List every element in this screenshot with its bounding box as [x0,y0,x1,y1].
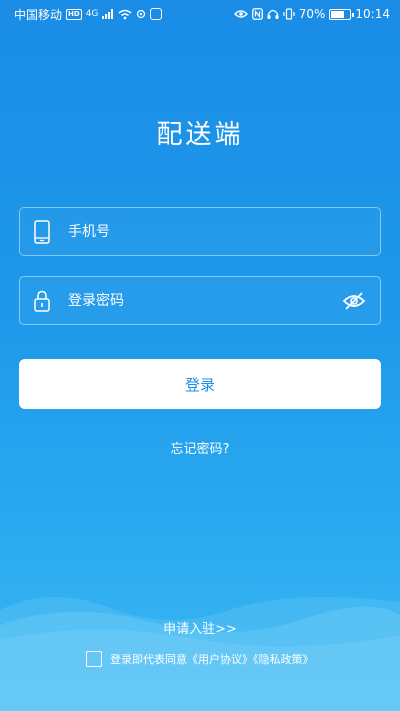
network-type: 4G [85,9,99,19]
signal-icon [102,9,114,19]
apply-link[interactable]: 申请入驻>> [0,618,400,637]
forgot-password-link[interactable]: 忘记密码? [0,438,400,457]
phone-input[interactable] [64,208,380,255]
login-button[interactable]: 登录 [19,359,381,409]
phone-icon [20,208,64,255]
status-bar-right: 70% 10:14 [233,7,390,21]
location-icon [137,9,146,19]
status-bar: 中国移动 HD 4G 70% 10:14 [0,0,400,28]
agreement-row: 登录即代表同意《用户协议》《隐私政策》 [86,649,314,669]
agreement-text: 登录即代表同意《用户协议》《隐私政策》 [110,651,314,667]
lock-icon [20,277,64,324]
eye-comfort-icon [233,10,248,18]
agreement-prefix: 登录即代表同意 [110,653,187,666]
wave-decoration [0,596,400,711]
app-notification-icon [150,8,163,20]
nfc-icon [251,8,263,20]
status-bar-left: 中国移动 HD 4G [14,6,163,23]
user-agreement-link[interactable]: 《用户协议》 [187,653,253,666]
agreement-checkbox[interactable] [86,651,102,667]
hd-badge: HD [66,8,82,20]
headphones-icon [267,9,279,19]
privacy-policy-link[interactable]: 《隐私政策》 [253,653,314,666]
eye-off-icon[interactable] [328,277,380,324]
app-title: 配送端 [156,120,244,150]
password-input[interactable] [64,277,328,324]
battery-icon [329,8,355,20]
wifi-icon [118,9,132,19]
clock-time: 10:14 [355,7,390,21]
password-field[interactable] [19,276,381,325]
phone-field[interactable] [19,207,381,256]
vibrate-icon [283,8,295,20]
carrier-name: 中国移动 [14,7,63,22]
battery-percent: 70% [298,7,326,21]
